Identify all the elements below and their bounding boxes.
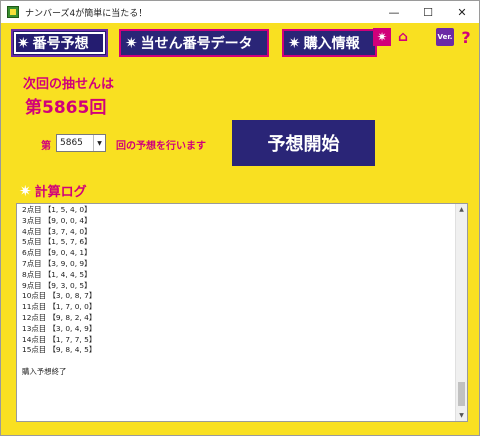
next-draw-number: 第5865回 — [25, 98, 107, 118]
log-title: 計算ログ — [34, 185, 87, 200]
log-line: 13点目 【3, 0, 4, 9】 — [22, 323, 97, 333]
top-icon-bar: ✷ ⌂ Ver. ? — [373, 28, 475, 47]
log-line: 12点目 【9, 8, 2, 4】 — [22, 312, 97, 322]
close-button[interactable]: ✕ — [445, 1, 479, 23]
log-line: 3点目 【9, 0, 0, 4】 — [22, 215, 92, 225]
scroll-thumb[interactable] — [458, 382, 465, 406]
version-button[interactable]: Ver. — [436, 28, 454, 46]
app-window: ナンバーズ4が簡単に当たる！ — ☐ ✕ ✷ 番号予想 ✷ 当せん番号データ ✷… — [0, 0, 480, 436]
log-line: 7点目 【3, 9, 0, 9】 — [22, 258, 92, 268]
calculation-log[interactable]: 2点目 【1, 5, 4, 0】 3点目 【9, 0, 0, 4】 4点目 【3, … — [16, 203, 468, 422]
draw-number-value: 5865 — [60, 138, 83, 148]
log-line: 5点目 【1, 5, 7, 6】 — [22, 237, 92, 247]
help-icon[interactable]: ? — [457, 28, 475, 47]
log-line: 11点目 【1, 7, 0, 0】 — [22, 302, 97, 312]
log-line: 4点目 【3, 7, 4, 0】 — [22, 226, 92, 236]
scroll-up-icon[interactable]: ▲ — [456, 204, 467, 215]
window-controls: — ☐ ✕ — [377, 1, 479, 23]
tab-purchase-info[interactable]: ✷ 購入情報 — [282, 29, 377, 57]
grid-icon[interactable] — [415, 28, 433, 46]
log-line: 15点目 【9, 8, 4, 5】 — [22, 345, 97, 355]
tab-label: 購入情報 — [303, 36, 360, 52]
tab-number-prediction[interactable]: ✷ 番号予想 — [11, 29, 108, 57]
title-bar: ナンバーズ4が簡単に当たる！ — ☐ ✕ — [1, 1, 479, 23]
tab-winning-number-data[interactable]: ✷ 当せん番号データ — [119, 29, 269, 57]
star-burst-icon: ✷ — [288, 34, 301, 52]
basket-icon[interactable]: ⌂ — [394, 28, 412, 46]
star-burst-icon: ✷ — [17, 34, 30, 52]
log-line: 8点目 【1, 4, 4, 5】 — [22, 269, 92, 279]
minimize-button[interactable]: — — [377, 1, 411, 23]
log-heading: ✷ 計算ログ — [19, 181, 87, 201]
log-line: 14点目 【1, 7, 7, 5】 — [22, 334, 97, 344]
start-prediction-button[interactable]: 予想開始 — [232, 120, 375, 166]
star-burst-icon: ✷ — [19, 181, 32, 200]
log-line: 購入予想終了 — [22, 366, 67, 376]
app-icon — [7, 6, 19, 18]
chevron-down-icon[interactable]: ▼ — [93, 135, 105, 151]
star-burst-icon[interactable]: ✷ — [373, 28, 391, 46]
log-line: 10点目 【3, 0, 8, 7】 — [22, 291, 97, 301]
tab-label: 番号予想 — [32, 36, 89, 52]
vertical-scrollbar[interactable]: ▲ ▼ — [455, 204, 467, 421]
next-draw-label: 次回の抽せんは — [23, 77, 115, 92]
predict-description: 回の予想を行います — [116, 141, 206, 152]
window-title: ナンバーズ4が簡単に当たる！ — [25, 8, 148, 19]
log-lines: 2点目 【1, 5, 4, 0】 3点目 【9, 0, 0, 4】 4点目 【3, … — [22, 205, 96, 378]
log-line: 2点目 【1, 5, 4, 0】 — [22, 205, 92, 214]
draw-prefix-label: 第 — [41, 141, 51, 152]
tab-label: 当せん番号データ — [140, 36, 253, 52]
log-line: 6点目 【9, 0, 4, 1】 — [22, 248, 92, 258]
log-line: 9点目 【9, 3, 0, 5】 — [22, 280, 92, 290]
maximize-button[interactable]: ☐ — [411, 1, 445, 23]
draw-number-select[interactable]: 5865 ▼ — [56, 134, 106, 152]
star-burst-icon: ✷ — [125, 34, 138, 52]
scroll-down-icon[interactable]: ▼ — [456, 410, 467, 421]
